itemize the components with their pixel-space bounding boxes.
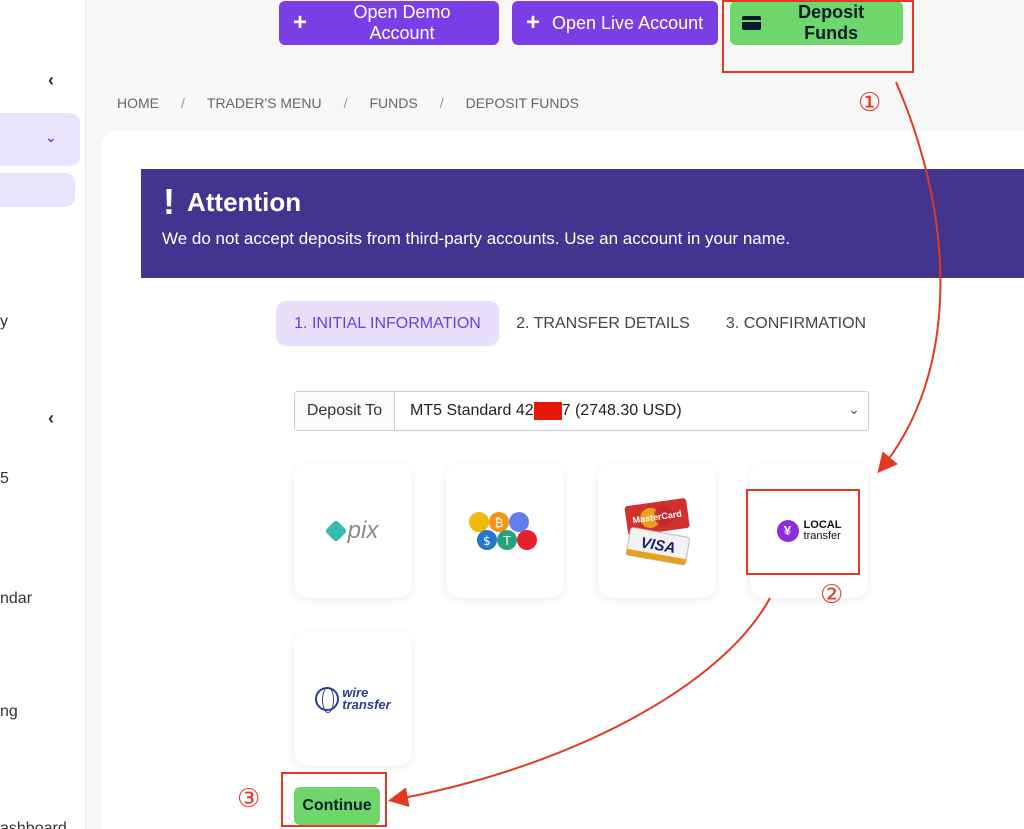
attention-alert: ! Attention We do not accept deposits fr… bbox=[141, 169, 1024, 278]
alert-message: We do not accept deposits from third-par… bbox=[162, 229, 791, 248]
sidebar-item-label[interactable]: ashboard bbox=[0, 820, 67, 829]
payment-method-wire-transfer[interactable]: wire transfer bbox=[294, 631, 412, 766]
sidebar-item-label[interactable]: 5 bbox=[0, 470, 9, 488]
open-demo-account-label: Open Demo Account bbox=[353, 2, 451, 43]
mastercard-visa-icon: MasterCard VISA bbox=[624, 497, 690, 565]
step-confirmation[interactable]: 3. CONFIRMATION bbox=[716, 301, 876, 346]
plus-icon: + bbox=[293, 9, 308, 36]
step-initial-information[interactable]: 1. INITIAL INFORMATION bbox=[276, 301, 499, 346]
deposit-to-label: Deposit To bbox=[295, 392, 395, 430]
sidebar-item-label[interactable]: ng bbox=[0, 703, 18, 721]
pix-logo: pix bbox=[324, 516, 379, 545]
annotation-box-deposit-funds bbox=[722, 0, 914, 73]
plus-icon: + bbox=[526, 9, 541, 36]
breadcrumb-home[interactable]: HOME bbox=[117, 95, 159, 111]
alert-title: ! Attention bbox=[163, 181, 301, 223]
sidebar-item-label[interactable]: ndar bbox=[0, 590, 32, 608]
breadcrumb-separator: / bbox=[181, 95, 185, 111]
chevron-down-icon: ⌄ bbox=[45, 129, 57, 145]
breadcrumb-funds[interactable]: FUNDS bbox=[369, 95, 417, 111]
open-live-account-button[interactable]: + Open Live Account bbox=[512, 1, 718, 45]
sidebar-item-label[interactable]: y bbox=[0, 313, 8, 331]
account-suffix: 7 (2748.30 USD) bbox=[561, 402, 682, 419]
chevron-left-icon[interactable]: ‹ bbox=[48, 70, 54, 91]
open-demo-account-button[interactable]: + Open Demo Account bbox=[279, 1, 499, 45]
annotation-number-2: ② bbox=[820, 580, 844, 610]
sidebar-item-active[interactable]: ⌄ bbox=[0, 113, 80, 166]
exclamation-icon: ! bbox=[163, 181, 175, 222]
annotation-number-3: ③ bbox=[237, 784, 261, 814]
breadcrumb-separator: / bbox=[439, 95, 444, 111]
breadcrumb-separator: / bbox=[343, 95, 348, 111]
payment-method-pix[interactable]: pix bbox=[294, 463, 412, 598]
crypto-coins-icon: ₿ $ T bbox=[469, 511, 537, 550]
account-prefix: MT5 Standard 42 bbox=[410, 402, 534, 419]
payment-method-crypto[interactable]: ₿ $ T bbox=[446, 463, 564, 598]
breadcrumb-deposit-funds: DEPOSIT FUNDS bbox=[465, 95, 579, 111]
breadcrumb-traders-menu[interactable]: TRADER'S MENU bbox=[207, 95, 322, 111]
svg-text:$: $ bbox=[483, 534, 491, 548]
payment-method-card[interactable]: MasterCard VISA bbox=[598, 463, 716, 598]
chevron-down-icon: ⌄ bbox=[848, 401, 860, 417]
pix-logo-text: pix bbox=[347, 516, 379, 544]
annotation-box-local-transfer bbox=[746, 489, 860, 575]
chevron-left-icon[interactable]: ‹ bbox=[48, 408, 54, 429]
svg-text:T: T bbox=[502, 534, 511, 548]
svg-text:₿: ₿ bbox=[495, 516, 504, 530]
wire-line2: transfer bbox=[342, 696, 391, 712]
wire-transfer-logo: wire transfer bbox=[315, 686, 391, 713]
deposit-to-select[interactable]: Deposit To MT5 Standard 42 7 (2748.30 USD… bbox=[294, 391, 869, 431]
alert-title-text: Attention bbox=[187, 186, 302, 217]
step-transfer-details[interactable]: 2. TRANSFER DETAILS bbox=[510, 301, 696, 346]
sidebar: ‹ ⌄ y ‹ 5 ndar ng ashboard bbox=[0, 0, 86, 829]
redaction-mark bbox=[533, 402, 562, 420]
breadcrumb: HOME / TRADER'S MENU / FUNDS / DEPOSIT F… bbox=[117, 95, 579, 111]
globe-icon bbox=[315, 686, 340, 713]
wire-transfer-text: wire transfer bbox=[342, 686, 391, 712]
deposit-to-value[interactable]: MT5 Standard 42 7 (2748.30 USD) ⌄ bbox=[395, 392, 868, 430]
open-live-account-label: Open Live Account bbox=[552, 12, 704, 33]
annotation-box-continue bbox=[281, 772, 387, 827]
annotation-number-1: ① bbox=[858, 88, 882, 118]
pix-diamond-icon bbox=[324, 519, 347, 542]
sidebar-subitem-active[interactable] bbox=[0, 173, 75, 207]
